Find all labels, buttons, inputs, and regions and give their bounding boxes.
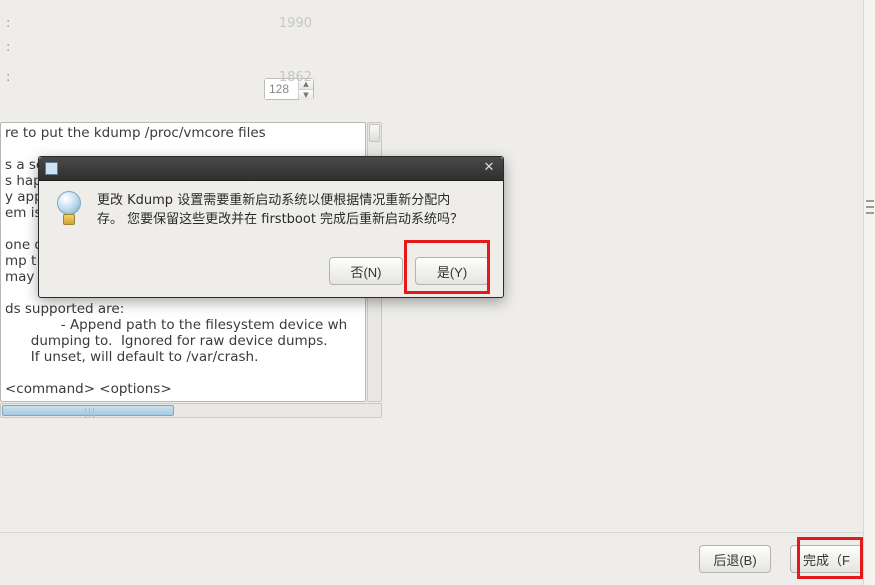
footer-bar: 后退(B) 完成（F (0, 532, 863, 585)
info-value-total: 1990 (279, 16, 312, 31)
info-value-remaining: 1862 (279, 70, 312, 85)
close-icon[interactable]: ✕ (481, 161, 497, 177)
back-button[interactable]: 后退(B) (699, 545, 771, 573)
window-icon (45, 162, 58, 175)
no-button[interactable]: 否(N) (329, 257, 403, 285)
dialog-body: 更改 Kdump 设置需要重新启动系统以便根据情况重新分配内 存。 您要保留这些… (39, 181, 503, 297)
lightbulb-icon (53, 191, 85, 229)
right-scroll-handle-icon (866, 200, 874, 214)
horizontal-scrollbar[interactable] (0, 403, 382, 418)
dialog-titlebar[interactable]: ✕ (39, 157, 503, 181)
info-colon: : (6, 16, 10, 31)
finish-button[interactable]: 完成（F (790, 545, 863, 573)
dialog-message-line1: 更改 Kdump 设置需要重新启动系统以便根据情况重新分配内 (97, 193, 450, 208)
yes-button[interactable]: 是(Y) (415, 257, 489, 285)
confirm-dialog: ✕ 更改 Kdump 设置需要重新启动系统以便根据情况重新分配内 存。 您要保留… (38, 156, 504, 298)
vertical-scrollbar-thumb[interactable] (369, 124, 380, 142)
horizontal-scrollbar-thumb[interactable] (2, 405, 174, 416)
dialog-button-row: 否(N) 是(Y) (329, 257, 489, 285)
spinner-down-button[interactable]: ▼ (299, 90, 313, 100)
info-colon: : (6, 70, 10, 85)
dialog-message-line2: 存。 您要保留这些更改并在 firstboot 完成后重新启动系统吗？ (97, 212, 463, 227)
right-scroll-rail[interactable] (863, 0, 875, 585)
dialog-message-text: 更改 Kdump 设置需要重新启动系统以便根据情况重新分配内 存。 您要保留这些… (97, 191, 463, 229)
dialog-message-row: 更改 Kdump 设置需要重新启动系统以便根据情况重新分配内 存。 您要保留这些… (53, 191, 489, 229)
info-colon: : (6, 40, 10, 55)
